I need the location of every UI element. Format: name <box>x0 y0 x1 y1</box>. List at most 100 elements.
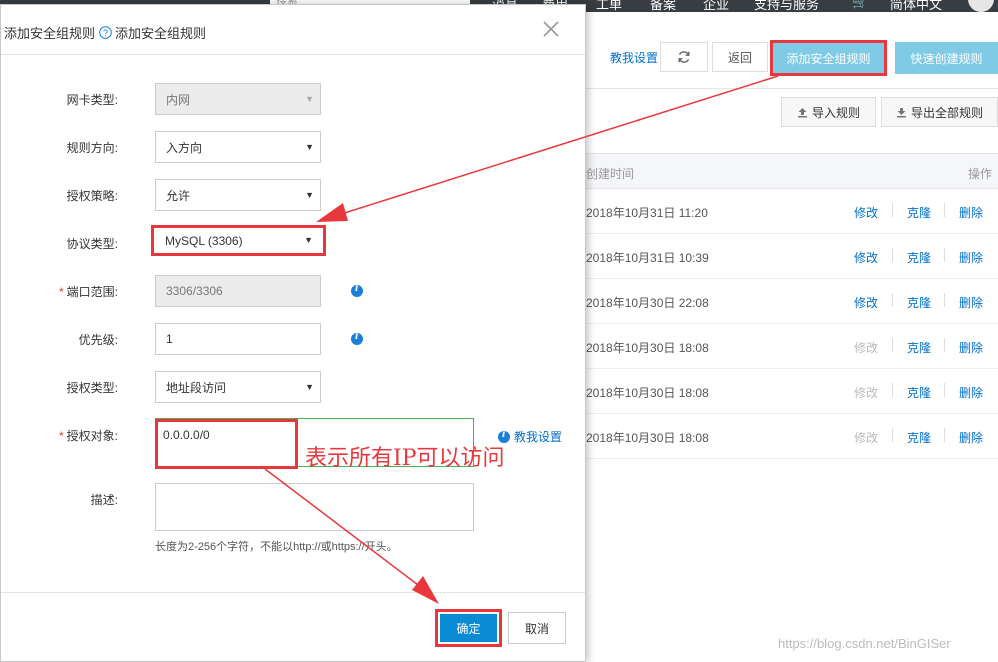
row-delete-link[interactable]: 删除 <box>959 249 983 266</box>
quick-create-rule-button[interactable]: 快速创建规则 <box>895 42 998 74</box>
port-range-input: 3306/3306 <box>155 275 321 307</box>
add-security-rule-button[interactable]: 添加安全组规则 <box>770 40 887 76</box>
row-delete-link[interactable]: 删除 <box>959 429 983 446</box>
avatar[interactable] <box>968 0 994 12</box>
policy-value: 允许 <box>166 188 191 203</box>
auth-teach-link[interactable]: i 教我设置 <box>498 428 562 445</box>
row-action-divider <box>892 203 893 217</box>
help-icon[interactable]: ? <box>99 26 112 39</box>
download-icon <box>896 107 906 117</box>
teach-me-link[interactable]: 教我设置 <box>610 49 658 66</box>
row-delete-link[interactable]: 删除 <box>959 339 983 356</box>
back-button[interactable]: 返回 <box>712 42 768 72</box>
row-clone-link[interactable]: 克隆 <box>907 429 931 446</box>
dialog-help-link[interactable]: 添加安全组规则 <box>115 23 206 42</box>
row-created-time: 2018年10月30日 22:08 <box>586 296 709 310</box>
row-clone-link[interactable]: 克隆 <box>907 339 931 356</box>
row-clone-link[interactable]: 克隆 <box>907 294 931 311</box>
row-created-time: 2018年10月30日 18:08 <box>586 386 709 400</box>
nav-enterprise[interactable]: 企业 <box>703 0 729 12</box>
row-edit-link: 修改 <box>854 341 879 355</box>
row-edit-link[interactable]: 修改 <box>854 249 878 266</box>
row-action-divider <box>944 338 945 352</box>
row-clone-link[interactable]: 克隆 <box>907 204 931 221</box>
add-security-rule-label: 添加安全组规则 <box>773 43 884 73</box>
nav-tickets[interactable]: 工单 <box>596 0 622 12</box>
auth-object-highlight-box <box>155 419 298 469</box>
row-action-divider <box>892 383 893 397</box>
row-action-divider <box>892 248 893 262</box>
row-action-divider <box>944 203 945 217</box>
protocol-label: 协议类型: <box>66 237 118 251</box>
chevron-down-icon: ▼ <box>305 94 314 104</box>
refresh-button[interactable] <box>660 42 708 72</box>
table-row: 2018年10月30日 18:08 修改 克隆 删除 <box>586 324 998 369</box>
nav-support[interactable]: 支持与服务 <box>754 0 819 12</box>
nav-icp[interactable]: 备案 <box>650 0 676 12</box>
confirm-highlight-box: 确定 <box>435 609 502 647</box>
row-delete-link[interactable]: 删除 <box>959 204 983 221</box>
nav-language[interactable]: 简体中文 <box>890 0 942 12</box>
row-clone-link[interactable]: 克隆 <box>907 384 931 401</box>
table-row: 2018年10月30日 22:08 修改 克隆 删除 <box>586 279 998 324</box>
close-icon[interactable] <box>540 18 562 40</box>
toolbar-divider <box>586 88 998 89</box>
row-delete-link[interactable]: 删除 <box>959 384 983 401</box>
auth-teach-link-text: 教我设置 <box>514 430 563 444</box>
chevron-down-icon: ▼ <box>305 190 314 200</box>
row-action-divider <box>944 383 945 397</box>
rules-table-header: 创建时间 操作 <box>586 153 998 189</box>
row-action-divider <box>892 428 893 442</box>
auth-type-label: 授权类型: <box>66 381 118 395</box>
import-rules-label: 导入规则 <box>811 105 860 120</box>
export-rules-label: 导出全部规则 <box>910 105 983 120</box>
row-edit-link: 修改 <box>854 386 879 400</box>
info-icon: i <box>498 430 510 443</box>
row-action-divider <box>944 293 945 307</box>
dialog-title-text: 添加安全组规则 <box>4 26 96 41</box>
port-info-icon[interactable]: i <box>351 284 363 297</box>
priority-label: 优先级: <box>78 333 118 347</box>
priority-input[interactable]: 1 <box>155 323 321 355</box>
row-action-divider <box>944 248 945 262</box>
table-row: 2018年10月30日 18:08 修改 克隆 删除 <box>586 414 998 459</box>
direction-label: 规则方向: <box>66 141 118 155</box>
auth-object-label: * 授权对象: <box>58 429 118 443</box>
nic-type-select: 内网 ▼ <box>155 83 321 115</box>
import-rules-button[interactable]: 导入规则 <box>781 97 876 127</box>
port-range-label: * 端口范围: <box>58 285 118 299</box>
cart-icon[interactable]: 🛒 <box>852 0 868 10</box>
description-label: 描述: <box>90 493 118 507</box>
row-edit-link[interactable]: 修改 <box>854 294 878 311</box>
protocol-highlight-box <box>151 225 326 256</box>
chevron-down-icon: ▼ <box>305 382 314 392</box>
direction-select[interactable]: 入方向 ▼ <box>155 131 321 163</box>
auth-type-select[interactable]: 地址段访问 ▼ <box>155 371 321 403</box>
dialog-footer-divider <box>1 592 585 593</box>
row-created-time: 2018年10月31日 11:20 <box>586 206 708 220</box>
dialog-header-divider <box>1 54 585 55</box>
row-delete-link[interactable]: 删除 <box>959 294 983 311</box>
priority-value: 1 <box>166 332 173 346</box>
table-row: 2018年10月31日 10:39 修改 克隆 删除 <box>586 234 998 279</box>
description-textarea[interactable] <box>155 483 474 531</box>
port-range-value: 3306/3306 <box>166 284 223 298</box>
col-actions: 操作 <box>968 167 993 181</box>
confirm-button[interactable]: 确定 <box>440 614 497 642</box>
row-action-divider <box>944 428 945 442</box>
auth-type-value: 地址段访问 <box>166 380 227 395</box>
row-clone-link[interactable]: 克隆 <box>907 249 931 266</box>
row-created-time: 2018年10月30日 18:08 <box>586 341 709 355</box>
row-edit-link[interactable]: 修改 <box>854 204 878 221</box>
col-created-time: 创建时间 <box>586 167 635 181</box>
annotation-text: 表示所有IP可以访问 <box>305 446 505 471</box>
cancel-button[interactable]: 取消 <box>508 612 566 644</box>
direction-value: 入方向 <box>166 140 203 155</box>
row-created-time: 2018年10月30日 18:08 <box>586 431 709 445</box>
policy-select[interactable]: 允许 ▼ <box>155 179 321 211</box>
table-row: 2018年10月31日 11:20 修改 克隆 删除 <box>586 189 998 234</box>
nic-type-value: 内网 <box>166 92 191 107</box>
watermark: https://blog.csdn.net/BinGISer <box>778 636 951 651</box>
priority-info-icon[interactable]: i <box>351 332 363 345</box>
export-rules-button[interactable]: 导出全部规则 <box>881 97 998 127</box>
